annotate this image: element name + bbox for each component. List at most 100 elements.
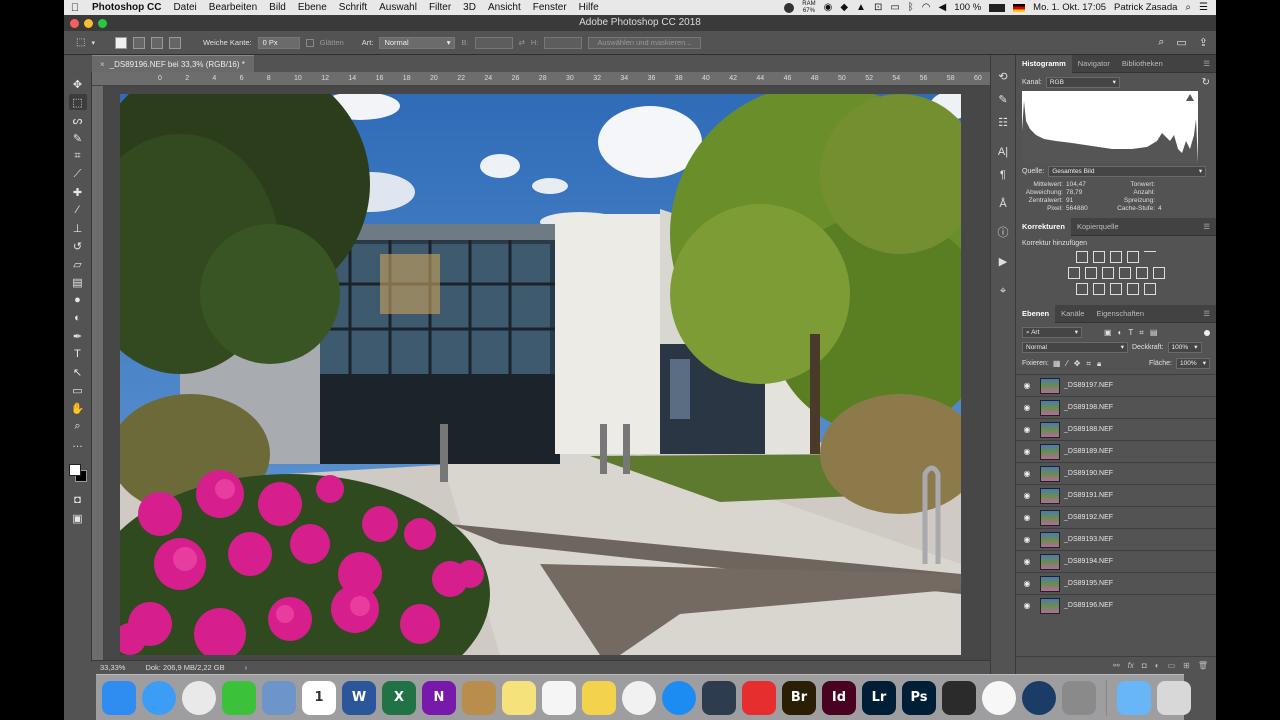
style-select[interactable]: Normal ▾: [379, 36, 456, 49]
rectangle-tool-icon[interactable]: ▭: [69, 382, 87, 398]
gradient-tool-icon[interactable]: ▤: [69, 274, 87, 290]
dock-lightroom-icon[interactable]: Lr: [862, 680, 896, 715]
antialias-checkbox[interactable]: [305, 38, 314, 47]
history-icon[interactable]: ⟲: [995, 69, 1011, 85]
width-input[interactable]: [474, 36, 513, 49]
bluetooth-icon[interactable]: ᛒ: [908, 2, 914, 13]
dock-bridge-icon[interactable]: Br: [782, 680, 816, 715]
lasso-tool-icon[interactable]: ᔕ: [69, 112, 87, 128]
lock-position-icon[interactable]: ✥: [1074, 359, 1081, 369]
dock-finder-icon[interactable]: [102, 680, 136, 715]
layer-name[interactable]: _DS89195.NEF: [1064, 580, 1113, 587]
smart-object-filter-icon[interactable]: ▤: [1150, 328, 1158, 338]
menu-item-bild[interactable]: Bild: [263, 2, 292, 13]
add-mask-icon[interactable]: ◘: [1142, 661, 1147, 670]
eye-icon[interactable]: ◉: [1016, 535, 1038, 544]
dock-word-icon[interactable]: W: [342, 680, 376, 715]
fill-input[interactable]: 100% ▾: [1176, 358, 1210, 369]
gradient-map-icon[interactable]: [1127, 283, 1139, 295]
dock-notebook-icon[interactable]: [462, 680, 496, 715]
battery-icon[interactable]: [989, 3, 1006, 12]
layer-row[interactable]: ◉ _DS89188.NEF: [1016, 418, 1216, 440]
flag-icon[interactable]: [1013, 3, 1026, 12]
adjustment-filter-icon[interactable]: ◐: [1118, 328, 1123, 338]
eyedropper-tool-icon[interactable]: ⟋: [69, 166, 87, 182]
adjustments-sliders-icon[interactable]: ☷: [995, 115, 1011, 131]
height-input[interactable]: [544, 36, 583, 49]
dock-downloads-icon[interactable]: [1117, 680, 1151, 715]
layer-name[interactable]: _DS89190.NEF: [1064, 470, 1113, 477]
whatsapp-icon[interactable]: ◉: [824, 2, 833, 13]
pen-tool-icon[interactable]: ✒: [69, 328, 87, 344]
menu-item-schrift[interactable]: Schrift: [333, 2, 373, 13]
brightness-icon[interactable]: [1076, 251, 1088, 263]
layer-name[interactable]: _DS89193.NEF: [1064, 536, 1113, 543]
layer-row[interactable]: ◉ _DS89195.NEF: [1016, 572, 1216, 594]
edit-toolbar-icon[interactable]: …: [69, 436, 87, 452]
spotlight-icon[interactable]: ⌕: [1185, 2, 1191, 13]
source-select[interactable]: Gesamtes Bild ▾: [1048, 166, 1207, 177]
hand-tool-icon[interactable]: ✋: [69, 400, 87, 416]
dock-appstore-icon[interactable]: [662, 680, 696, 715]
levels-icon[interactable]: [1093, 251, 1105, 263]
delete-layer-icon[interactable]: 🗑︎: [1198, 661, 1208, 670]
dock-layers-app-icon[interactable]: [702, 680, 736, 715]
tool-preset-chevron-icon[interactable]: ▾: [91, 39, 95, 47]
color-swatches[interactable]: [67, 462, 89, 484]
refresh-icon[interactable]: ↻: [1202, 77, 1210, 88]
link-layers-icon[interactable]: ⚯: [1113, 661, 1120, 670]
dock-excel-icon[interactable]: X: [382, 680, 416, 715]
wifi-icon[interactable]: ◠: [922, 2, 931, 13]
minimize-window-button[interactable]: [84, 19, 93, 28]
black-white-icon[interactable]: [1101, 267, 1114, 279]
dock-preview-icon[interactable]: [262, 680, 296, 715]
layer-name[interactable]: _DS89192.NEF: [1064, 514, 1113, 521]
color-lookup-icon[interactable]: [1152, 267, 1165, 279]
history-brush-tool-icon[interactable]: ↺: [69, 238, 87, 254]
layer-row[interactable]: ◉ _DS89189.NEF: [1016, 440, 1216, 462]
dock-chrome-icon[interactable]: [182, 680, 216, 715]
zoom-level[interactable]: 33,33%: [100, 663, 125, 672]
clone-stamp-tool-icon[interactable]: ⊥: [69, 220, 87, 236]
eye-icon[interactable]: ◉: [1016, 447, 1038, 456]
shape-filter-icon[interactable]: ⌗: [1139, 328, 1144, 338]
canvas-area[interactable]: [104, 86, 990, 660]
close-window-button[interactable]: [70, 19, 79, 28]
eye-icon[interactable]: ◉: [1016, 403, 1038, 412]
new-adjustment-icon[interactable]: ◐: [1155, 661, 1160, 670]
threshold-icon[interactable]: [1110, 283, 1122, 295]
layer-style-icon[interactable]: fx: [1128, 661, 1134, 670]
user-name[interactable]: Patrick Zasada: [1114, 2, 1177, 13]
panel-menu-icon[interactable]: ☰: [1203, 222, 1216, 231]
blend-mode-select[interactable]: Normal ▾: [1022, 342, 1128, 353]
path-selection-tool-icon[interactable]: ↖: [69, 364, 87, 380]
lock-pixels-icon[interactable]: ⁄: [1066, 359, 1067, 369]
channel-select[interactable]: RGB ▾: [1045, 77, 1120, 88]
lock-all-icon[interactable]: 🔒︎: [1097, 359, 1101, 369]
screen-mode-icon[interactable]: ▣: [69, 510, 87, 526]
menu-item-ansicht[interactable]: Ansicht: [482, 2, 527, 13]
quick-selection-tool-icon[interactable]: ✎: [69, 130, 87, 146]
type-tool-icon[interactable]: T: [69, 346, 87, 362]
pixel-filter-icon[interactable]: ▣: [1104, 328, 1112, 338]
blur-tool-icon[interactable]: ●: [69, 292, 87, 308]
eye-icon[interactable]: ◉: [1016, 469, 1038, 478]
menu-item-fenster[interactable]: Fenster: [527, 2, 573, 13]
dock-onenote-icon[interactable]: N: [422, 680, 456, 715]
panel-menu-icon[interactable]: ☰: [1203, 309, 1216, 318]
brush-tool-icon[interactable]: ⁄: [69, 202, 87, 218]
menu-item-auswahl[interactable]: Auswahl: [373, 2, 423, 13]
layer-row[interactable]: ◉ _DS89197.NEF: [1016, 374, 1216, 396]
layer-name[interactable]: _DS89191.NEF: [1064, 492, 1113, 499]
glyphs-icon[interactable]: Å: [995, 196, 1011, 212]
exposure-icon[interactable]: [1127, 251, 1139, 263]
dock-calendar-icon[interactable]: 1: [302, 680, 336, 715]
layer-name[interactable]: _DS89198.NEF: [1064, 404, 1113, 411]
menu-item-filter[interactable]: Filter: [423, 2, 457, 13]
curves-icon[interactable]: [1110, 251, 1122, 263]
notification-icon[interactable]: ⊡: [874, 2, 882, 13]
eye-icon[interactable]: ◉: [1016, 425, 1038, 434]
apple-icon[interactable]: : [64, 2, 86, 14]
intersect-selection-button[interactable]: [168, 36, 181, 49]
photo-filter-icon[interactable]: [1118, 267, 1131, 279]
